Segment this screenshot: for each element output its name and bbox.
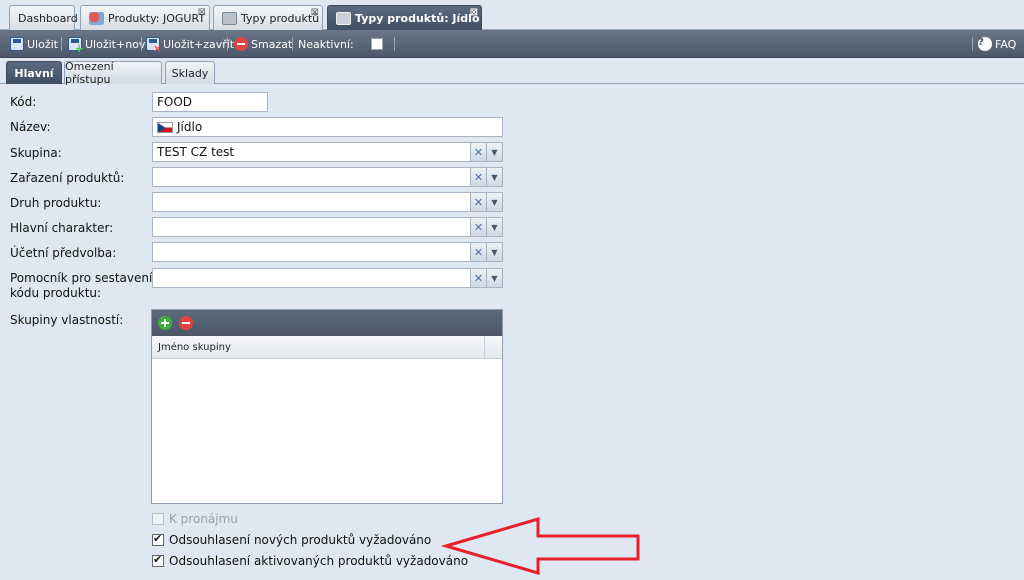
tab-dashboard[interactable]: Dashboard	[9, 5, 78, 30]
product-type-icon	[222, 11, 237, 25]
rentable-checkbox[interactable]	[152, 513, 164, 525]
toolbar-separator	[394, 37, 395, 51]
clear-icon[interactable]: ✕	[470, 193, 486, 211]
subtab-label: Hlavní	[14, 66, 54, 80]
property-groups-label: Skupiny vlastností:	[10, 313, 124, 327]
accounting-preset-label: Účetní předvolba:	[10, 246, 117, 260]
tab-label: Produkty: JOGURT	[108, 11, 206, 25]
close-icon[interactable]: ⊠	[198, 8, 206, 18]
clear-icon[interactable]: ✕	[470, 143, 486, 161]
close-icon[interactable]: ⊠	[311, 8, 319, 18]
save-close-button[interactable]: Uložit+zavřít	[146, 36, 235, 55]
rentable-checkbox-row: K pronájmu	[152, 512, 238, 526]
tab-label: Typy produktů	[241, 11, 320, 25]
tab-label: Typy produktů: Jídlo	[355, 12, 480, 25]
name-value: Jídlo	[177, 120, 203, 134]
kind-combo[interactable]: ✕ ▼	[152, 192, 503, 212]
inactive-checkbox[interactable]	[371, 38, 383, 50]
subtab-omezeni-pristupu[interactable]: Omezení přístupu	[64, 60, 162, 86]
clear-icon[interactable]: ✕	[470, 243, 486, 261]
tab-label: Dashboard	[18, 11, 78, 25]
group-value: TEST CZ test	[157, 145, 235, 159]
toolbar-separator	[61, 37, 62, 51]
code-value: FOOD	[157, 95, 193, 109]
toolbar-separator	[292, 37, 293, 51]
faq-button[interactable]: ? FAQ	[978, 36, 1016, 52]
main-character-label: Hlavní charakter:	[10, 221, 114, 235]
document-tabs: Dashboard Produkty: JOGURT ⊠ Typy produk…	[0, 0, 1024, 31]
form-subtabs: Hlavní Omezení přístupu Sklady	[0, 58, 1024, 86]
delete-label: Smazat	[251, 37, 293, 51]
approval-new-label: Odsouhlasení nových produktů vyžadováno	[169, 533, 432, 547]
approval-activated-checkbox[interactable]	[152, 553, 164, 567]
grid-toolbar	[152, 310, 502, 336]
chevron-down-icon[interactable]: ▼	[486, 269, 502, 287]
add-icon[interactable]	[158, 316, 172, 330]
code-helper-label: Pomocník pro sestavení kódu produktu:	[10, 271, 152, 301]
chevron-down-icon[interactable]: ▼	[486, 168, 502, 186]
close-icon[interactable]: ⊠	[470, 8, 478, 18]
group-label: Skupina:	[10, 146, 62, 160]
product-icon	[89, 11, 104, 25]
annotation-arrow	[440, 516, 640, 576]
annotation-arrow-shape	[440, 516, 640, 576]
main-character-combo[interactable]: ✕ ▼	[152, 217, 503, 237]
delete-button[interactable]: Smazat	[234, 36, 292, 52]
subtab-sklady[interactable]: Sklady	[165, 61, 215, 84]
inactive-label: Neaktivní:	[298, 36, 354, 52]
save-new-button[interactable]: Uložit+nový	[68, 36, 152, 55]
clear-icon[interactable]: ✕	[470, 168, 486, 186]
faq-label: FAQ	[995, 37, 1017, 51]
toolbar: Uložit Uložit+nový Uložit+zavřít Smazat …	[0, 30, 1024, 58]
code-helper-label-line1: Pomocník pro sestavení	[10, 271, 153, 285]
product-type-icon	[336, 12, 351, 25]
help-icon: ?	[978, 37, 992, 51]
code-input[interactable]: FOOD	[152, 92, 268, 112]
toolbar-separator	[972, 37, 973, 51]
clear-icon[interactable]: ✕	[470, 218, 486, 236]
delete-icon	[234, 37, 248, 51]
main-form: Kód: FOOD Název: Jídlo Skupina: TEST CZ …	[0, 85, 1024, 580]
inactive-label-text: Neaktivní:	[298, 37, 354, 51]
name-label: Název:	[10, 120, 51, 134]
save-new-icon	[68, 37, 84, 55]
code-helper-combo[interactable]: ✕ ▼	[152, 268, 503, 288]
clear-icon[interactable]: ✕	[470, 269, 486, 287]
toolbar-separator	[227, 37, 228, 51]
save-icon	[10, 37, 24, 51]
rentable-label: K pronájmu	[169, 512, 238, 526]
remove-icon[interactable]	[179, 316, 193, 330]
group-combo[interactable]: TEST CZ test ✕ ▼	[152, 142, 503, 162]
code-label: Kód:	[10, 95, 37, 109]
approval-new-checkbox[interactable]	[152, 532, 164, 546]
save-label: Uložit	[27, 37, 58, 51]
accounting-preset-combo[interactable]: ✕ ▼	[152, 242, 503, 262]
grid-header: Jméno skupiny	[152, 336, 502, 359]
approval-activated-label: Odsouhlasení aktivovaných produktů vyžad…	[169, 554, 469, 568]
chevron-down-icon[interactable]: ▼	[486, 218, 502, 236]
cz-flag-icon	[157, 121, 173, 133]
subtab-label: Sklady	[171, 66, 209, 80]
approval-new-checkbox-row: Odsouhlasení nových produktů vyžadováno	[152, 532, 432, 547]
save-button[interactable]: Uložit	[10, 36, 58, 52]
tab-produkty-jogurt[interactable]: Produkty: JOGURT ⊠	[80, 5, 210, 30]
subtab-label: Omezení přístupu	[65, 60, 114, 86]
property-groups-grid: Jméno skupiny	[151, 309, 503, 504]
save-close-label: Uložit+zavřít	[163, 37, 235, 51]
chevron-down-icon[interactable]: ▼	[486, 193, 502, 211]
save-close-icon	[146, 37, 162, 55]
classification-label: Zařazení produktů:	[10, 171, 125, 185]
toolbar-separator	[141, 37, 142, 51]
chevron-down-icon[interactable]: ▼	[486, 243, 502, 261]
column-header-group-name[interactable]: Jméno skupiny	[152, 336, 485, 358]
tab-typy-produktu-jidlo[interactable]: Typy produktů: Jídlo ⊠	[327, 5, 482, 31]
kind-label: Druh produktu:	[10, 196, 102, 210]
code-helper-label-line2: kódu produktu:	[10, 286, 102, 300]
tab-typy-produktu[interactable]: Typy produktů ⊠	[213, 5, 323, 30]
approval-activated-checkbox-row: Odsouhlasení aktivovaných produktů vyžad…	[152, 553, 469, 568]
classification-combo[interactable]: ✕ ▼	[152, 167, 503, 187]
chevron-down-icon[interactable]: ▼	[486, 143, 502, 161]
name-input[interactable]: Jídlo	[152, 117, 503, 137]
subtab-hlavni[interactable]: Hlavní	[6, 61, 62, 84]
